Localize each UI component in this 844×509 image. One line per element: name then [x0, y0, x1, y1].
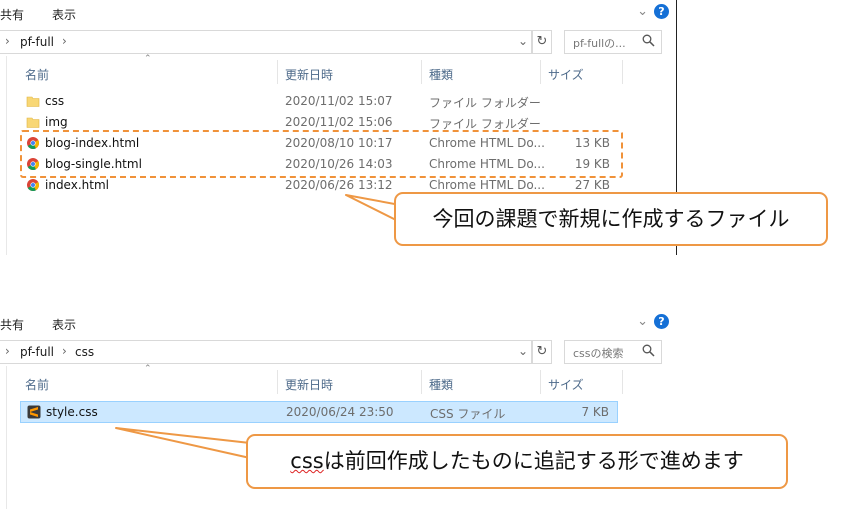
callout-new-files-text: 今回の課題で新規に作成するファイル [432, 207, 790, 231]
callout-css-text: は前回作成したものに追記する形で進めます [323, 449, 744, 473]
callout-pointer-css [115, 427, 251, 459]
callout-css-append: cssは前回作成したものに追記する形で進めます [246, 434, 788, 489]
callout-new-files: 今回の課題で新規に作成するファイル [394, 192, 828, 246]
callout-pointers [115, 194, 401, 459]
callout-pointer-new-files [345, 194, 401, 223]
callout-css-word: css [290, 449, 324, 473]
